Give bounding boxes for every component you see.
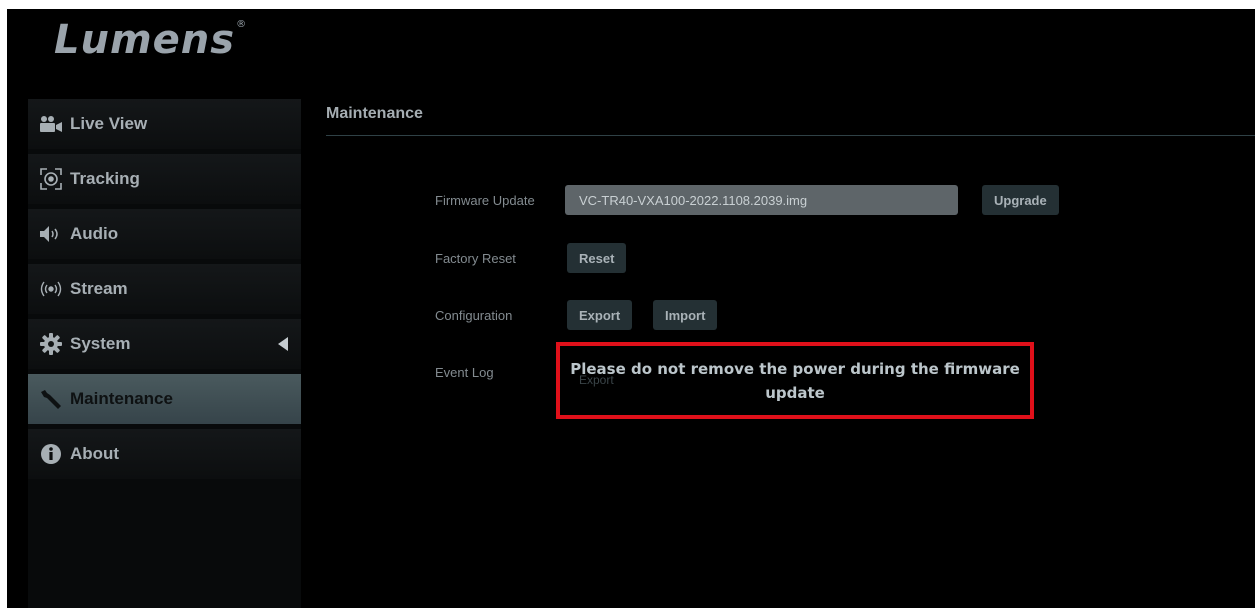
info-icon — [38, 442, 64, 466]
gear-icon — [38, 332, 64, 356]
lumens-logo: Lumens ® — [54, 17, 248, 63]
tracking-target-icon — [38, 167, 64, 191]
sidebar: Live View Tracking Audio Stream System M… — [28, 99, 301, 608]
import-config-button[interactable]: Import — [653, 300, 718, 330]
sidebar-item-label: Stream — [70, 279, 128, 298]
title-divider — [326, 135, 1255, 136]
firmware-file-field[interactable] — [565, 185, 958, 215]
sidebar-item-system[interactable]: System — [28, 319, 301, 369]
sidebar-item-stream[interactable]: Stream — [28, 264, 301, 314]
firmware-warning-message: Please do not remove the power during th… — [556, 342, 1034, 419]
event-log-label: Event Log — [435, 365, 494, 380]
firmware-update-label: Firmware Update — [435, 193, 535, 208]
broadcast-icon — [38, 277, 64, 301]
reset-button[interactable]: Reset — [567, 243, 627, 273]
sidebar-item-live-view[interactable]: Live View — [28, 99, 301, 149]
wrench-icon — [38, 387, 64, 411]
sidebar-item-label: Tracking — [70, 169, 140, 188]
sidebar-item-label: Maintenance — [70, 389, 173, 408]
sidebar-item-tracking[interactable]: Tracking — [28, 154, 301, 204]
configuration-label: Configuration — [435, 308, 513, 323]
sidebar-item-maintenance[interactable]: Maintenance — [28, 374, 301, 424]
expand-arrow-icon[interactable] — [277, 336, 289, 357]
sidebar-item-label: System — [70, 334, 131, 353]
upgrade-button[interactable]: Upgrade — [982, 185, 1059, 215]
factory-reset-label: Factory Reset — [435, 251, 516, 266]
sidebar-item-audio[interactable]: Audio — [28, 209, 301, 259]
sidebar-item-about[interactable]: About — [28, 429, 301, 479]
speaker-icon — [38, 222, 64, 246]
sidebar-item-label: Live View — [70, 114, 148, 133]
video-camera-icon — [38, 112, 64, 136]
sidebar-item-label: About — [70, 444, 120, 463]
app-window: Lumens® Live View Tracking Audio Stream — [7, 9, 1255, 608]
sidebar-item-label: Audio — [70, 224, 119, 243]
page-title: Maintenance — [326, 105, 423, 122]
export-config-button[interactable]: Export — [567, 300, 633, 330]
